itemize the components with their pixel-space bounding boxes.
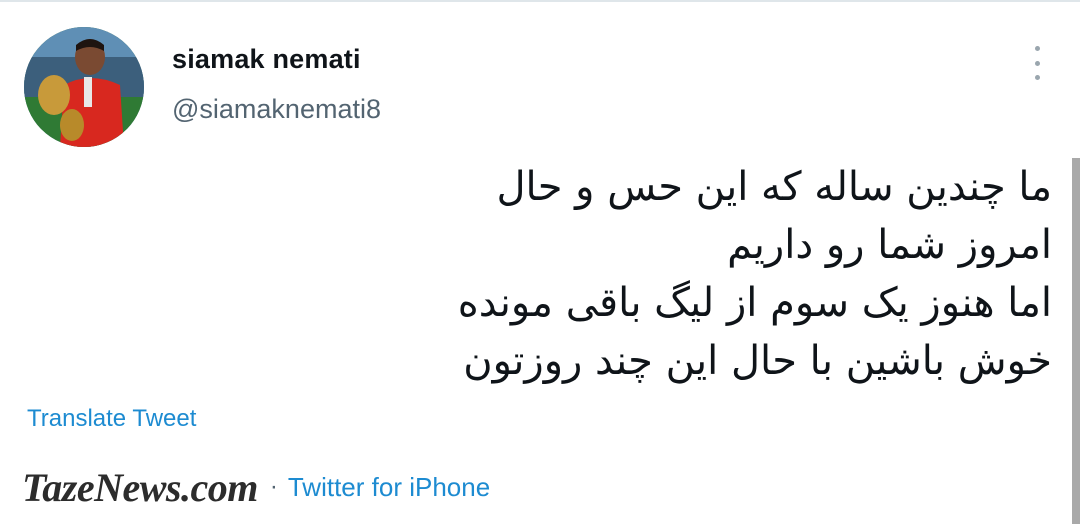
translate-tweet-link[interactable]: Translate Tweet [27,405,196,433]
meta-separator: · [269,473,278,500]
client-link[interactable]: Twitter for iPhone [288,472,490,503]
tweet-text-line: اما هنوز یک سوم از لیگ باقی مونده [457,280,1052,326]
tweet-text-line: ما چندین ساله که این حس و حال [496,164,1052,210]
avatar[interactable] [24,27,144,147]
dot-icon [1034,60,1040,66]
tweet-text: ما چندین ساله که این حس و حال امروز شما … [332,158,1052,390]
watermark: TazeNews.com [22,464,258,510]
dot-icon [1034,46,1040,51]
author-handle[interactable]: @siamaknemati8 [172,94,381,125]
more-options-icon[interactable] [1026,46,1048,80]
dot-icon [1034,75,1040,80]
tweet-text-line: خوش باشین با حال این چند روزتون [463,338,1052,384]
scrollbar[interactable] [1072,158,1080,524]
author-name[interactable]: siamak nemati [172,44,361,75]
tweet-text-line: امروز شما رو داریم [727,222,1052,268]
top-divider [0,0,1080,2]
tweet-meta: TazeNews.com · Twitter for iPhone [22,464,490,510]
